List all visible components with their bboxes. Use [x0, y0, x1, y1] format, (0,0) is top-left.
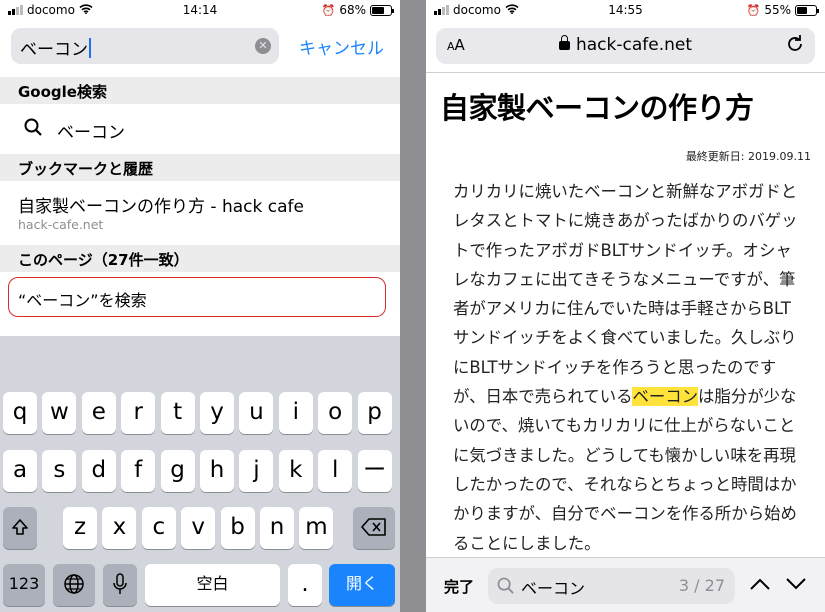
url-host: hack-cafe.net: [575, 35, 693, 55]
status-right: ⏰ 55%: [746, 3, 819, 17]
microphone-icon: [113, 571, 127, 597]
key-k[interactable]: k: [278, 450, 313, 492]
key-l[interactable]: l: [318, 450, 353, 492]
delete-key[interactable]: [353, 507, 395, 549]
key-w[interactable]: w: [42, 392, 77, 434]
toolbar-divider: [426, 72, 825, 73]
last-updated: 最終更新日: 2019.09.11: [685, 150, 811, 163]
key-d[interactable]: d: [81, 450, 116, 492]
battery-percent: 55%: [764, 3, 791, 17]
keyboard: qwertyuiop asdfghjklー zxcvbnm 123 空白 . 開…: [0, 336, 400, 612]
search-icon: [497, 577, 514, 598]
key-b[interactable]: b: [220, 507, 255, 549]
screen-divider: [400, 0, 426, 612]
match-count: 3 / 27: [678, 576, 725, 595]
key-x[interactable]: x: [102, 507, 137, 549]
key-t[interactable]: t: [160, 392, 195, 434]
search-highlight: ベーコン: [632, 387, 699, 407]
search-row: ベーコン ✕ キャンセル: [0, 28, 400, 68]
find-on-page-button[interactable]: “ベーコン”を検索: [8, 277, 386, 317]
history-url: hack-cafe.net: [18, 217, 104, 232]
text-caret: [89, 38, 91, 58]
chevron-up-icon[interactable]: [749, 572, 771, 597]
key-a[interactable]: a: [3, 450, 37, 492]
section-google: Google検索: [0, 77, 400, 104]
alarm-icon: ⏰: [746, 3, 761, 17]
key-s[interactable]: s: [42, 450, 77, 492]
globe-icon: [63, 571, 85, 597]
right-screen: docomo 14:55 ⏰ 55% AA hack-cafe.net 自家製ベ…: [426, 0, 825, 612]
shift-key[interactable]: [3, 507, 37, 549]
battery-icon: [795, 4, 819, 16]
article-title: 自家製ベーコンの作り方: [440, 91, 754, 125]
cancel-button[interactable]: キャンセル: [299, 34, 384, 59]
key-m[interactable]: m: [299, 507, 334, 549]
article-body: カリカリに焼いたベーコンと新鮮なアボガドとレタスとトマトに焼きあがったばかりのバ…: [453, 177, 798, 558]
section-on-this-page: このページ（27件一致）: [0, 245, 400, 272]
body-after: は脂分が少ないので、焼いてもカリカリに仕上がらないことに気づきました。どうしても…: [453, 387, 797, 553]
key-h[interactable]: h: [200, 450, 234, 492]
numbers-key[interactable]: 123: [3, 564, 45, 606]
done-button[interactable]: 完了: [444, 576, 474, 597]
open-key[interactable]: 開く: [329, 564, 395, 606]
left-screen: docomo 14:14 ⏰ 68% ベーコン ✕ キャンセル Google検索…: [0, 0, 400, 612]
key-e[interactable]: e: [81, 392, 116, 434]
find-input[interactable]: ベーコン 3 / 27: [488, 568, 735, 604]
chevron-down-icon[interactable]: [785, 572, 807, 597]
key-g[interactable]: g: [160, 450, 195, 492]
search-icon: [24, 118, 42, 140]
key-n[interactable]: n: [260, 507, 294, 549]
search-query: ベーコン: [20, 40, 88, 60]
find-query: ベーコン: [521, 579, 586, 598]
space-key[interactable]: 空白: [145, 564, 280, 606]
dictation-key[interactable]: [103, 564, 137, 606]
reload-icon[interactable]: [785, 34, 805, 59]
key-r[interactable]: r: [121, 392, 156, 434]
key-ー[interactable]: ー: [357, 450, 392, 492]
find-bar: 完了 ベーコン 3 / 27: [426, 557, 825, 612]
shift-icon: [10, 514, 30, 540]
history-title: 自家製ベーコンの作り方 - hack cafe: [18, 197, 304, 217]
battery-percent: 68%: [339, 3, 366, 17]
key-c[interactable]: c: [141, 507, 176, 549]
key-p[interactable]: p: [357, 392, 392, 434]
key-i[interactable]: i: [278, 392, 313, 434]
body-before: カリカリに焼いたベーコンと新鮮なアボガドとレタスとトマトに焼きあがったばかりのバ…: [453, 182, 798, 407]
find-on-page-label: “ベーコン”を検索: [18, 291, 147, 310]
url-host-group: hack-cafe.net: [436, 35, 815, 55]
key-y[interactable]: y: [200, 392, 234, 434]
key-o[interactable]: o: [318, 392, 353, 434]
battery-icon: [370, 4, 394, 16]
alarm-icon: ⏰: [321, 3, 336, 17]
status-right: ⏰ 68%: [321, 3, 394, 17]
google-suggestion[interactable]: ベーコン: [0, 104, 400, 154]
status-bar: docomo 14:55 ⏰ 55%: [426, 0, 825, 22]
lock-icon: [558, 35, 570, 50]
key-z[interactable]: z: [63, 507, 97, 549]
history-item[interactable]: 自家製ベーコンの作り方 - hack cafe hack-cafe.net: [0, 181, 400, 243]
period-key[interactable]: .: [288, 564, 322, 606]
key-v[interactable]: v: [181, 507, 216, 549]
clear-icon[interactable]: ✕: [255, 38, 271, 54]
key-q[interactable]: q: [3, 392, 37, 434]
section-bookmarks-history: ブックマークと履歴: [0, 154, 400, 181]
key-u[interactable]: u: [239, 392, 274, 434]
key-f[interactable]: f: [121, 450, 156, 492]
search-input[interactable]: ベーコン ✕: [11, 28, 279, 64]
globe-key[interactable]: [53, 564, 95, 606]
find-on-page-row[interactable]: “ベーコン”を検索: [0, 272, 400, 322]
address-bar[interactable]: AA hack-cafe.net: [436, 28, 815, 64]
suggestion-label: ベーコン: [57, 123, 125, 143]
key-j[interactable]: j: [239, 450, 274, 492]
status-bar: docomo 14:14 ⏰ 68%: [0, 0, 400, 22]
backspace-icon: [361, 514, 387, 540]
